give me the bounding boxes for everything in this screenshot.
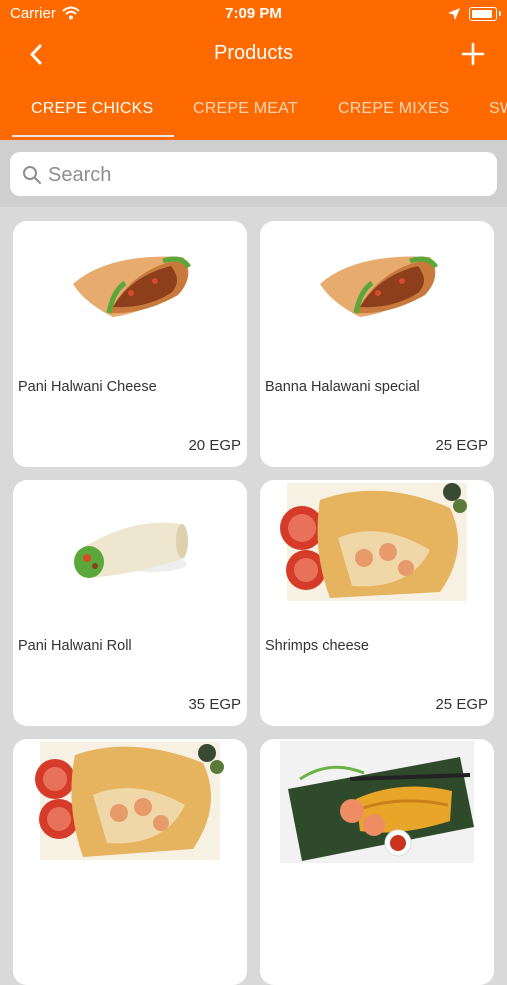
- tab-crepe-mixes[interactable]: CREPE MIXES: [338, 100, 450, 118]
- status-bar: Carrier 7:09 PM: [0, 0, 507, 30]
- location-arrow-icon: [447, 7, 461, 26]
- add-product-button[interactable]: [458, 39, 488, 69]
- product-image: [280, 741, 474, 863]
- product-image: [280, 483, 467, 601]
- tab-crepe-chicks[interactable]: CREPE CHICKS: [31, 100, 153, 118]
- category-tabs: CREPE CHICKS CREPE MEAT CREPE MIXES SW: [0, 80, 507, 140]
- product-image: [35, 742, 224, 860]
- product-image: [320, 256, 439, 317]
- product-name: Banna Halawani special: [265, 379, 420, 395]
- product-price: 35 EGP: [188, 696, 241, 713]
- chevron-left-icon: [30, 44, 42, 65]
- product-card[interactable]: Pani Halwani Roll 35 EGP: [13, 480, 247, 726]
- product-card[interactable]: [260, 739, 494, 985]
- status-time: 7:09 PM: [225, 5, 282, 22]
- product-image: [73, 256, 192, 317]
- product-price: 25 EGP: [435, 696, 488, 713]
- page-title: Products: [214, 42, 293, 64]
- plus-icon: [461, 42, 485, 66]
- search-icon: [22, 165, 42, 190]
- product-name: Pani Halwani Cheese: [18, 379, 157, 395]
- product-card[interactable]: [13, 739, 247, 985]
- battery-icon: [469, 7, 501, 21]
- product-image: [74, 522, 188, 578]
- product-price: 20 EGP: [188, 437, 241, 454]
- product-price: 25 EGP: [435, 437, 488, 454]
- nav-bar: Products: [0, 30, 507, 80]
- search-input[interactable]: [46, 159, 480, 191]
- back-button[interactable]: [24, 40, 50, 70]
- tab-sw[interactable]: SW: [489, 100, 507, 118]
- product-name: Pani Halwani Roll: [18, 638, 132, 654]
- product-name: Shrimps cheese: [265, 638, 369, 654]
- tab-crepe-meat[interactable]: CREPE MEAT: [193, 100, 298, 118]
- product-card[interactable]: Pani Halwani Cheese 20 EGP: [13, 221, 247, 467]
- active-tab-indicator: [12, 135, 174, 137]
- product-card[interactable]: Banna Halawani special 25 EGP: [260, 221, 494, 467]
- search-bar[interactable]: [10, 152, 497, 196]
- product-card[interactable]: Shrimps cheese 25 EGP: [260, 480, 494, 726]
